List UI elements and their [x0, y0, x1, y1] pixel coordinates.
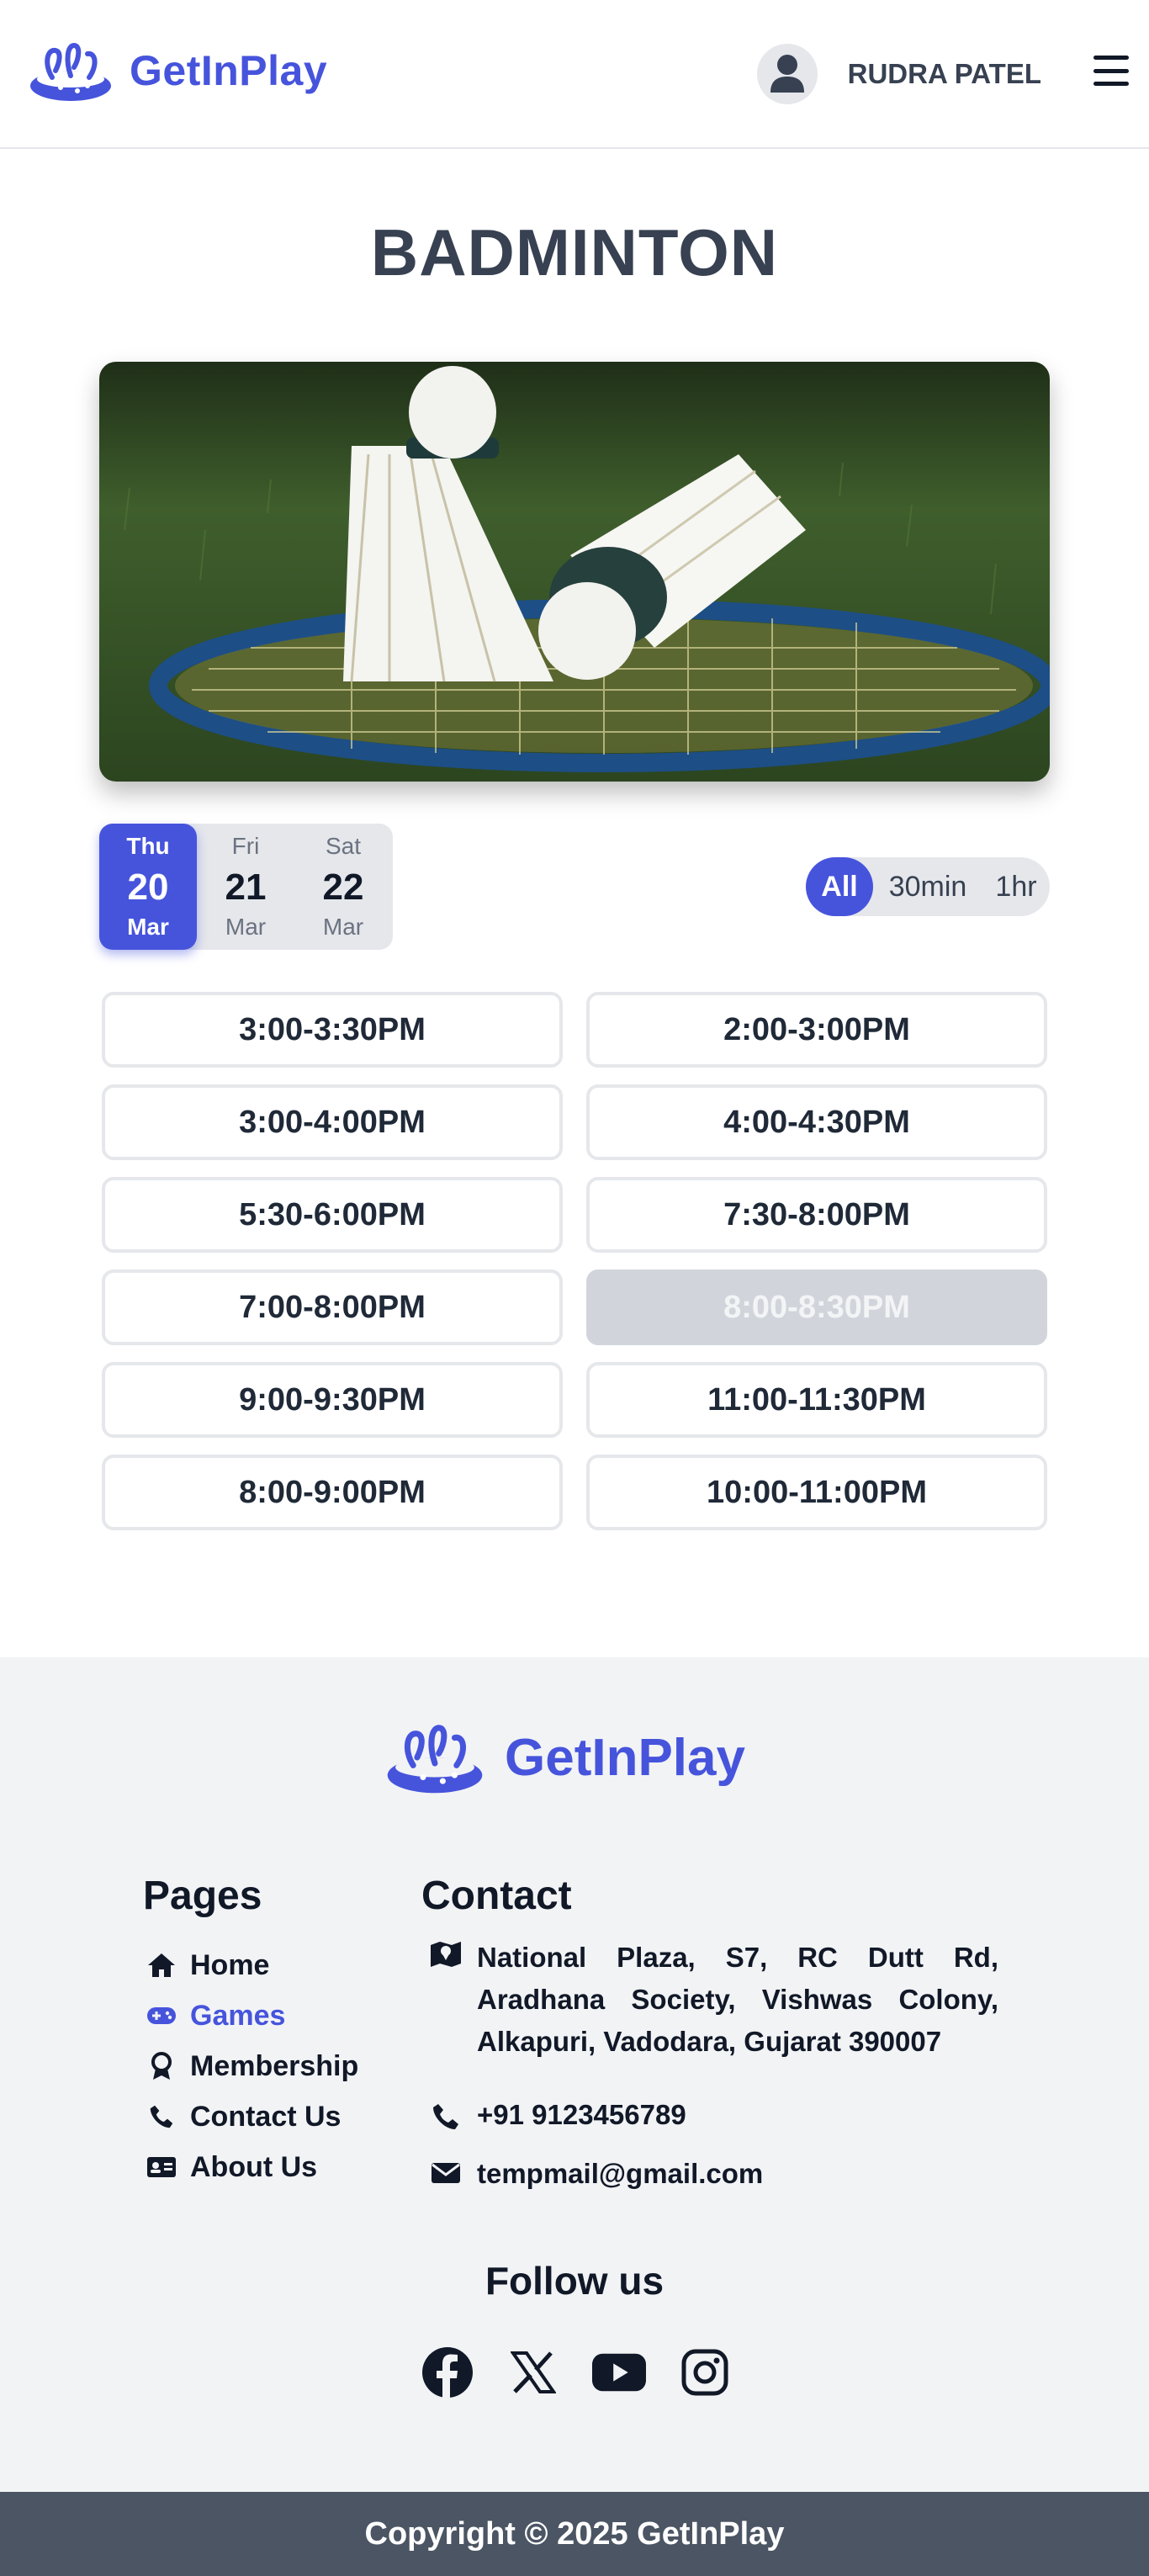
footer-nav-label: Home	[190, 1948, 270, 1981]
date-weekday: Fri	[231, 833, 260, 859]
footer-nav-label: Contact Us	[190, 2100, 342, 2133]
gamepad-icon	[145, 2006, 178, 2026]
brand-logo-link[interactable]: GetInPlay	[27, 39, 327, 103]
facebook-icon[interactable]	[421, 2345, 474, 2399]
contact-email[interactable]: tempmail@gmail.com	[426, 2158, 763, 2190]
time-slot-button[interactable]: 5:30-6:00PM	[102, 1177, 563, 1253]
hamburger-bar	[1093, 56, 1129, 60]
date-day: 22	[322, 867, 364, 908]
social-links	[421, 2345, 764, 2399]
phone-text: +91 9123456789	[477, 2099, 686, 2130]
logo-icon	[30, 42, 111, 101]
phone-icon	[426, 2099, 465, 2131]
footer-pages-title: Pages	[143, 1874, 262, 1918]
user-icon	[770, 55, 804, 93]
time-slot-button[interactable]: 9:00-9:30PM	[102, 1362, 563, 1438]
page-title: BADMINTON	[370, 215, 779, 289]
logo-icon	[387, 1725, 483, 1794]
time-slot-button[interactable]: 2:00-3:00PM	[586, 992, 1047, 1068]
time-slot-grid: 3:00-3:30PM 2:00-3:00PM 3:00-4:00PM 4:00-4:…	[102, 992, 1047, 1530]
time-slot-button-unavailable: 8:00-8:30PM	[586, 1269, 1047, 1345]
youtube-icon[interactable]	[592, 2345, 646, 2399]
filter-option[interactable]: 1hr	[982, 857, 1050, 916]
user-name: RUDRA PATEL	[847, 58, 1041, 89]
home-icon	[145, 1953, 178, 1978]
time-slot-button[interactable]: 4:00-4:30PM	[586, 1084, 1047, 1160]
site-header: GetInPlay RUDRA PATEL	[0, 0, 1149, 149]
email-text: tempmail@gmail.com	[477, 2158, 764, 2189]
time-slot-button[interactable]: 8:00-9:00PM	[102, 1455, 563, 1530]
phone-icon	[145, 2104, 178, 2129]
date-day: 21	[225, 867, 267, 908]
badminton-illustration	[99, 362, 1050, 782]
time-slot-button[interactable]: 7:30-8:00PM	[586, 1177, 1047, 1253]
date-selector: Thu 20 Mar Fri 21 Mar Sat 22 Mar	[99, 824, 393, 950]
date-option[interactable]: Sat 22 Mar	[294, 824, 392, 950]
date-weekday: Thu	[126, 833, 170, 859]
date-day: 20	[127, 867, 169, 908]
date-month: Mar	[127, 914, 169, 940]
footer-contact-title: Contact	[421, 1874, 572, 1918]
id-card-icon	[145, 2155, 178, 2179]
contact-phone[interactable]: +91 9123456789	[426, 2099, 686, 2131]
date-option[interactable]: Thu 20 Mar	[99, 824, 197, 950]
follow-us-title: Follow us	[484, 2259, 665, 2303]
hamburger-bar	[1093, 82, 1129, 86]
footer-nav-about-us[interactable]: About Us	[145, 2142, 358, 2192]
footer-brand-logo[interactable]: GetInPlay	[384, 1720, 745, 1795]
brand-name: GetInPlay	[130, 47, 328, 94]
footer-nav-contact-us[interactable]: Contact Us	[145, 2091, 358, 2142]
contact-address: National Plaza, S7, RC Dutt Rd, Aradhana…	[426, 1937, 998, 2063]
map-icon	[426, 1937, 465, 1969]
time-slot-button[interactable]: 11:00-11:30PM	[586, 1362, 1047, 1438]
hamburger-bar	[1093, 68, 1129, 73]
date-month: Mar	[322, 914, 364, 940]
avatar[interactable]	[756, 44, 818, 104]
time-slot-button[interactable]: 7:00-8:00PM	[102, 1269, 563, 1345]
footer-nav-games[interactable]: Games	[145, 1990, 358, 2041]
address-text: National Plaza, S7, RC Dutt Rd, Aradhana…	[477, 1942, 998, 2057]
x-icon[interactable]	[506, 2345, 560, 2399]
footer-nav-membership[interactable]: Membership	[145, 2041, 358, 2091]
date-month: Mar	[225, 914, 267, 940]
copyright-text: Copyright © 2025 GetInPlay	[364, 2515, 785, 2552]
user-menu[interactable]: RUDRA PATEL	[756, 44, 1041, 104]
footer-nav-label: Games	[190, 1999, 286, 2032]
footer-nav-home[interactable]: Home	[145, 1940, 358, 1990]
duration-filter: All 30min 1hr	[806, 857, 1050, 916]
time-slot-button[interactable]: 10:00-11:00PM	[586, 1455, 1047, 1530]
date-option[interactable]: Fri 21 Mar	[197, 824, 294, 950]
filter-option[interactable]: 30min	[873, 857, 982, 916]
date-weekday: Sat	[325, 833, 362, 859]
sport-hero-image	[99, 362, 1050, 782]
copyright-bar: Copyright © 2025 GetInPlay	[0, 2492, 1149, 2576]
footer-pages-list: Home Games Membership Contact Us About Us	[145, 1940, 358, 2192]
footer-nav-label: About Us	[190, 2150, 318, 2183]
filter-option[interactable]: All	[806, 857, 873, 916]
time-slot-button[interactable]: 3:00-3:30PM	[102, 992, 563, 1068]
footer-nav-label: Membership	[190, 2049, 359, 2082]
time-slot-button[interactable]: 3:00-4:00PM	[102, 1084, 563, 1160]
envelope-icon	[426, 2158, 465, 2185]
menu-toggle-button[interactable]	[1093, 56, 1129, 86]
instagram-icon[interactable]	[678, 2345, 732, 2399]
award-icon	[145, 2052, 178, 2080]
footer-brand-name: GetInPlay	[505, 1728, 745, 1787]
